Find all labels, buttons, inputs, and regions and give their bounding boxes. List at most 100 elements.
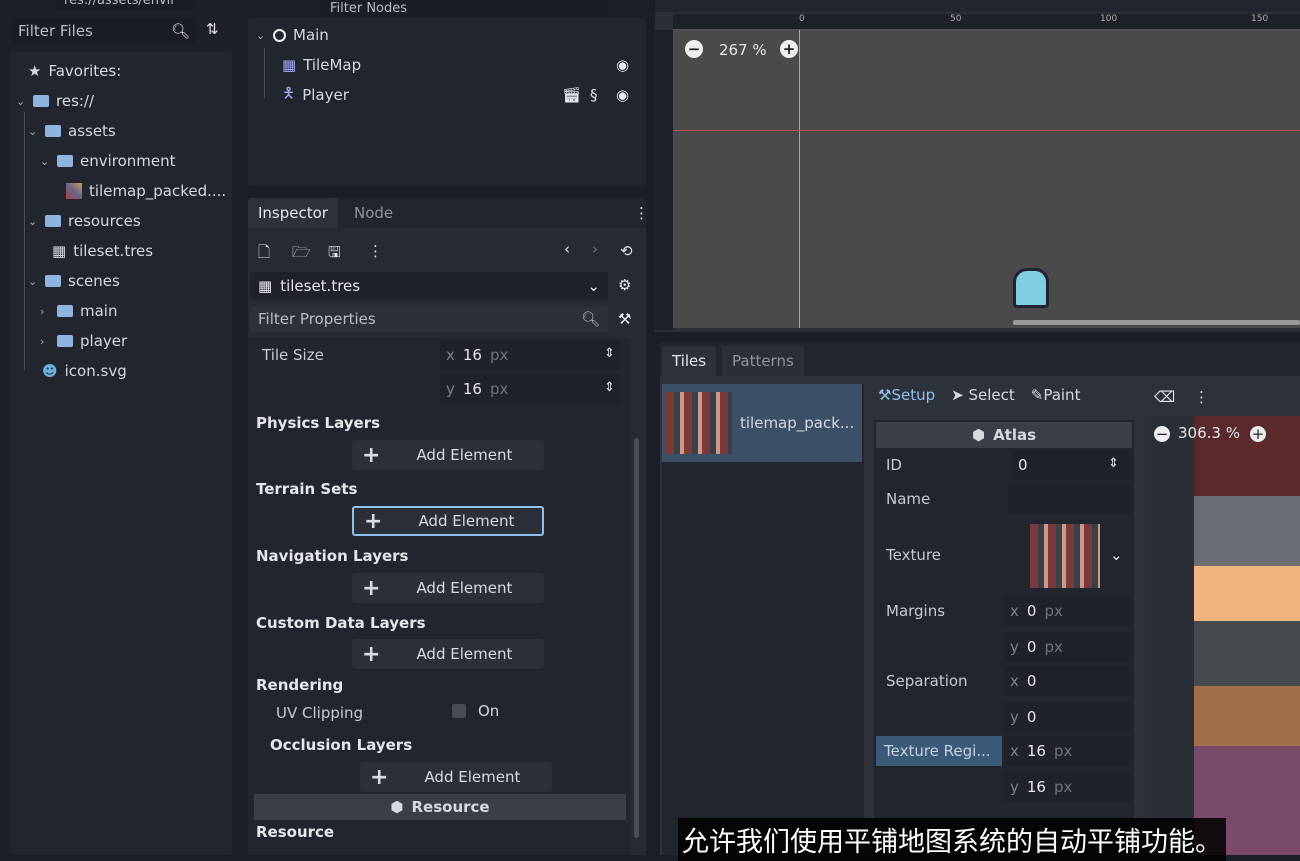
- add-navigation-layer-button[interactable]: + Add Element: [352, 573, 544, 603]
- file-item-main[interactable]: › main: [40, 298, 117, 324]
- resource-selector[interactable]: ▦ tileset.tres ⌄: [250, 272, 608, 300]
- sort-icon[interactable]: ⇅: [206, 20, 219, 38]
- visibility-icon[interactable]: ◉: [616, 86, 629, 104]
- uv-clipping-checkbox[interactable]: On: [452, 702, 499, 720]
- texture-region-label: Texture Regi...: [876, 736, 1002, 766]
- file-item-icon-svg[interactable]: ☻ icon.svg: [42, 358, 127, 384]
- menu-icon[interactable]: ⋮: [634, 204, 649, 222]
- spinner-icon[interactable]: ⇕: [604, 380, 615, 395]
- file-item-environment[interactable]: ⌄ environment: [40, 148, 176, 174]
- add-custom-data-layer-button[interactable]: + Add Element: [352, 639, 544, 669]
- tileset-icon: ▦: [258, 277, 273, 295]
- occlusion-layers-heading: Occlusion Layers: [270, 736, 413, 754]
- filesystem-dock: res://assets/envir Filter Files 🔍︎ ⇅ ★ Fa…: [0, 0, 240, 855]
- forward-icon[interactable]: ›: [592, 240, 598, 258]
- tile-size-y-field[interactable]: y 16 px: [440, 374, 620, 404]
- texture-picker[interactable]: [1030, 524, 1100, 588]
- separation-x-field[interactable]: x0: [1004, 666, 1132, 696]
- canvas[interactable]: [673, 30, 1300, 328]
- player-sprite[interactable]: [1013, 268, 1049, 308]
- script-icon[interactable]: §: [590, 86, 598, 104]
- node-tilemap[interactable]: ▦ TileMap: [282, 52, 361, 78]
- tile-size-x-field[interactable]: x 16 px: [440, 340, 620, 370]
- paint-mode-button[interactable]: ✎Paint: [1031, 386, 1081, 404]
- tab-tiles[interactable]: Tiles: [662, 346, 717, 376]
- separation-y-field[interactable]: y0: [1004, 702, 1132, 732]
- terrain-sets-heading: Terrain Sets: [256, 480, 358, 498]
- eraser-icon[interactable]: ⌫: [1154, 388, 1175, 406]
- node-player[interactable]: 🯅 Player: [282, 82, 349, 108]
- scene-instance-icon[interactable]: 🎬︎: [562, 86, 581, 104]
- open-folder-icon[interactable]: 🗁︎: [292, 242, 311, 267]
- inspector-scrollbar[interactable]: [634, 438, 639, 838]
- godot-icon: ☻: [42, 362, 58, 380]
- folder-icon: [57, 335, 73, 347]
- setup-mode-button[interactable]: ⚒Setup: [878, 386, 935, 404]
- margins-y-field[interactable]: y 0 px: [1004, 632, 1132, 662]
- spinner-icon[interactable]: ⇕: [604, 346, 615, 361]
- visibility-icon[interactable]: ◉: [616, 56, 629, 74]
- object-properties-icon[interactable]: ⚙: [618, 276, 631, 294]
- search-icon: 🔍︎: [580, 310, 600, 328]
- tab-node[interactable]: Node: [344, 198, 403, 228]
- file-item-player[interactable]: › player: [40, 328, 127, 354]
- tab-patterns[interactable]: Patterns: [722, 346, 804, 376]
- margins-x-field[interactable]: x 0 px: [1004, 596, 1132, 626]
- atlas-header: ⬢ Atlas: [876, 422, 1132, 448]
- tile-source-item[interactable]: tilemap_pack...: [662, 384, 862, 462]
- spinner-icon[interactable]: ⇕: [1108, 456, 1119, 471]
- file-item-tileset[interactable]: ▦ tileset.tres: [52, 238, 153, 264]
- filter-files-input[interactable]: Filter Files 🔍︎: [10, 18, 198, 44]
- zoom-out-icon[interactable]: −: [1154, 425, 1170, 443]
- character-icon: 🯅: [282, 83, 296, 102]
- filter-options-icon[interactable]: ⚒: [618, 310, 631, 328]
- top-ruler: 0 50 100 150: [673, 14, 1300, 30]
- file-item-assets[interactable]: ⌄ assets: [28, 118, 116, 144]
- file-item-resources[interactable]: ⌄ resources: [28, 208, 141, 234]
- select-mode-button[interactable]: ➤ Select: [951, 386, 1015, 404]
- filter-nodes-input[interactable]: Filter Nodes: [322, 0, 606, 17]
- save-icon[interactable]: 🖫︎: [328, 242, 341, 267]
- add-occlusion-layer-button[interactable]: + Add Element: [360, 762, 552, 792]
- atlas-zoom-level[interactable]: 306.3 %: [1178, 424, 1240, 442]
- filter-files-placeholder: Filter Files: [18, 22, 93, 40]
- physics-layers-heading: Physics Layers: [256, 414, 381, 432]
- filter-properties-input[interactable]: Filter Properties 🔍︎: [250, 306, 608, 332]
- add-terrain-set-button[interactable]: + Add Element: [352, 506, 544, 536]
- path-field[interactable]: res://assets/envir: [56, 0, 196, 10]
- zoom-out-icon[interactable]: −: [685, 40, 703, 58]
- node-main[interactable]: ⌄ Main: [256, 22, 329, 48]
- zoom-in-icon[interactable]: +: [1250, 425, 1266, 443]
- id-label: ID: [886, 456, 902, 474]
- file-item-tilemap-packed[interactable]: tilemap_packed....: [66, 178, 226, 204]
- add-physics-layer-button[interactable]: + Add Element: [352, 440, 544, 470]
- zoom-in-icon[interactable]: +: [780, 40, 798, 58]
- region-x-field[interactable]: x 16 px: [1004, 736, 1132, 766]
- file-item-res[interactable]: ⌄ res://: [16, 88, 94, 114]
- chevron-down-icon[interactable]: ⌄: [1110, 546, 1123, 564]
- new-resource-icon[interactable]: 🗋︎: [258, 242, 270, 267]
- margins-label: Margins: [886, 602, 946, 620]
- image-icon: [66, 183, 82, 199]
- more-icon[interactable]: ⋮: [1194, 388, 1209, 406]
- resource-heading: Resource: [256, 823, 335, 841]
- zoom-level[interactable]: 267 %: [719, 41, 767, 59]
- name-field[interactable]: [1008, 484, 1132, 514]
- tab-inspector[interactable]: Inspector: [248, 198, 338, 228]
- folder-icon: [57, 155, 73, 167]
- tileset-icon: ▦: [52, 242, 67, 260]
- favorites-item[interactable]: ★ Favorites:: [28, 58, 121, 84]
- viewport: 0 50 100 150 − 267 % +: [655, 0, 1300, 332]
- folder-icon: [57, 305, 73, 317]
- node2d-icon: [273, 28, 286, 42]
- star-icon: ★: [28, 62, 42, 80]
- region-y-field[interactable]: y 16 px: [1004, 772, 1132, 802]
- atlas-thumbnail: [666, 392, 732, 454]
- file-item-scenes[interactable]: ⌄ scenes: [28, 268, 120, 294]
- back-icon[interactable]: ‹: [564, 240, 570, 258]
- chevron-down-icon: ⌄: [587, 277, 600, 295]
- atlas-view[interactable]: − 306.3 % +: [1146, 416, 1300, 855]
- more-icon[interactable]: ⋮: [368, 242, 383, 260]
- history-icon[interactable]: ⟲: [620, 242, 633, 260]
- search-icon: 🔍︎: [170, 22, 190, 40]
